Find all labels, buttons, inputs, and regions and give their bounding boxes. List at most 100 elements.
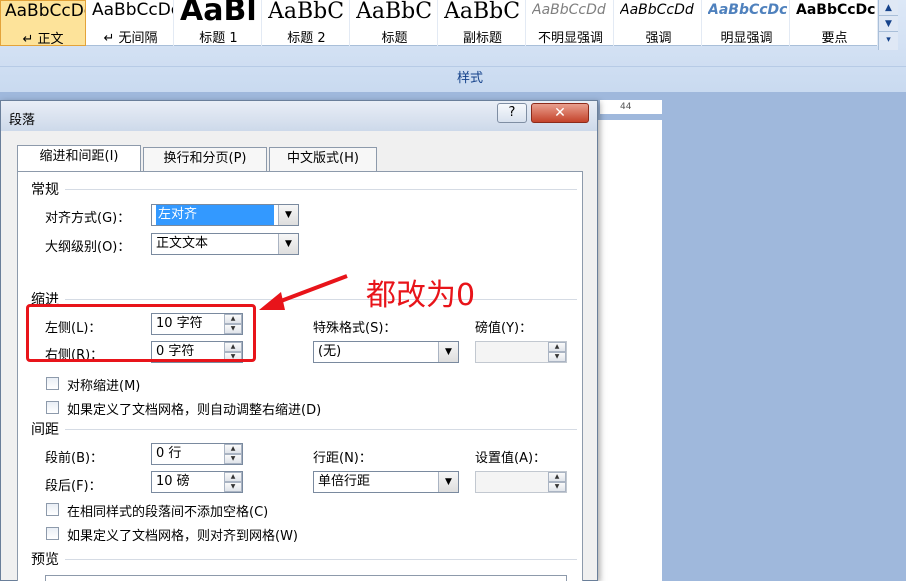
spin-up-icon[interactable]: ▲	[224, 444, 242, 454]
dialog-titlebar[interactable]: 段落 ? ✕	[1, 101, 597, 131]
style-preview: AaBbC	[268, 0, 345, 24]
dialog-title: 段落	[9, 113, 36, 128]
style-tile-subtle-emphasis[interactable]: AaBbCcDd 不明显强调	[528, 0, 614, 46]
preview-box	[45, 575, 567, 581]
style-name: 标题	[381, 31, 408, 46]
style-preview: AaBbCcDc	[92, 0, 174, 20]
gallery-scrollbar[interactable]: ▲ ▼ ▾	[878, 0, 898, 50]
space-after-input[interactable]: 10 磅 ▲ ▼	[151, 471, 243, 493]
annotation-text: 都改为0	[366, 278, 476, 313]
spin-down-icon[interactable]: ▼	[224, 454, 242, 464]
style-preview: AaBbCcDc	[796, 2, 876, 18]
indent-by-label: 磅值(Y)：	[475, 321, 533, 336]
divider	[65, 429, 577, 430]
annotation-arrow-icon	[259, 274, 348, 310]
help-button[interactable]: ?	[497, 103, 527, 123]
outline-level-value: 正文文本	[156, 236, 209, 251]
tab-line-page-breaks[interactable]: 换行和分页(P)	[143, 147, 267, 171]
divider	[65, 189, 577, 190]
line-spacing-label: 行距(N)：	[313, 451, 372, 466]
style-name: 标题 2	[287, 31, 326, 46]
alignment-label: 对齐方式(G)：	[45, 211, 131, 226]
style-tile-strong[interactable]: AaBbCcDc 要点	[792, 0, 878, 46]
spacing-at-spinner[interactable]: ▲ ▼	[548, 472, 566, 492]
section-general: 常规	[31, 182, 59, 198]
special-indent-select[interactable]: (无) ▼	[313, 341, 459, 363]
chevron-down-icon[interactable]: ▼	[438, 342, 458, 362]
style-preview: AaBbCcDd	[620, 2, 694, 18]
spin-down-icon[interactable]: ▼	[548, 352, 566, 362]
space-after-label: 段后(F)：	[45, 479, 102, 494]
style-tile-no-spacing[interactable]: AaBbCcDc ↵ 无间隔	[88, 0, 174, 46]
auto-adjust-indent-checkbox[interactable]	[46, 401, 59, 414]
style-tile-heading2[interactable]: AaBbC 标题 2	[264, 0, 350, 46]
style-tile-heading1[interactable]: AaBl 标题 1	[176, 0, 262, 46]
mirror-indents-checkbox[interactable]	[46, 377, 59, 390]
highlight-box	[26, 304, 256, 362]
indent-by-spinner[interactable]: ▲ ▼	[548, 342, 566, 362]
style-name: 强调	[645, 31, 672, 46]
outline-level-select[interactable]: 正文文本 ▼	[151, 233, 299, 255]
style-tile-subtitle[interactable]: AaBbC 副标题	[440, 0, 526, 46]
chevron-down-icon[interactable]: ▼	[278, 205, 298, 225]
tab-asian-typography[interactable]: 中文版式(H)	[269, 147, 377, 171]
line-spacing-select[interactable]: 单倍行距 ▼	[313, 471, 459, 493]
outline-level-label: 大纲级别(O)：	[45, 240, 131, 255]
no-space-same-style-label: 在相同样式的段落间不添加空格(C)	[67, 505, 269, 520]
spin-up-icon[interactable]: ▲	[548, 472, 566, 482]
style-preview: AaBbCcDc	[5, 1, 86, 21]
ruler: 44	[600, 100, 662, 114]
line-spacing-value: 单倍行距	[318, 474, 371, 489]
style-tile-title[interactable]: AaBbC 标题	[352, 0, 438, 46]
style-tile-emphasis[interactable]: AaBbCcDd 强调	[616, 0, 702, 46]
style-preview: AaBl	[180, 0, 257, 24]
section-spacing: 间距	[31, 422, 59, 438]
chevron-down-icon[interactable]: ▼	[438, 472, 458, 492]
style-preview: AaBbC	[444, 0, 521, 24]
scroll-up-icon[interactable]: ▲	[879, 0, 898, 16]
space-before-input[interactable]: 0 行 ▲ ▼	[151, 443, 243, 465]
scroll-down-icon[interactable]: ▼	[879, 16, 898, 32]
tab-indents-spacing[interactable]: 缩进和间距(I)	[17, 145, 141, 171]
special-indent-value: (无)	[318, 344, 342, 359]
style-name: 副标题	[462, 31, 502, 46]
style-preview: AaBbCcDc	[708, 2, 788, 18]
style-name: 不明显强调	[537, 31, 603, 46]
snap-to-grid-label: 如果定义了文档网格，则对齐到网格(W)	[67, 529, 298, 544]
style-preview: AaBbCcDd	[532, 2, 606, 18]
chevron-down-icon[interactable]: ▼	[278, 234, 298, 254]
no-space-same-style-checkbox[interactable]	[46, 503, 59, 516]
style-name: 明显强调	[720, 31, 773, 46]
auto-adjust-indent-label: 如果定义了文档网格，则自动调整右缩进(D)	[67, 403, 322, 418]
spin-up-icon[interactable]: ▲	[548, 342, 566, 352]
document-page[interactable]	[590, 120, 662, 581]
spin-down-icon[interactable]: ▼	[224, 482, 242, 492]
space-after-value: 10 磅	[156, 474, 190, 489]
section-preview: 预览	[31, 552, 59, 568]
space-after-spinner[interactable]: ▲ ▼	[224, 472, 242, 492]
styles-gallery: AaBbCcDc ↵ 正文 AaBbCcDc ↵ 无间隔 AaBl 标题 1 A…	[0, 0, 878, 46]
style-preview: AaBbC	[356, 0, 433, 24]
spin-down-icon[interactable]: ▼	[548, 482, 566, 492]
style-tile-normal[interactable]: AaBbCcDc ↵ 正文	[0, 0, 86, 46]
alignment-value: 左对齐	[156, 205, 274, 225]
more-styles-icon[interactable]: ▾	[879, 32, 898, 48]
snap-to-grid-checkbox[interactable]	[46, 527, 59, 540]
mirror-indents-label: 对称缩进(M)	[67, 379, 141, 394]
close-button[interactable]: ✕	[531, 103, 589, 123]
ribbon: AaBbCcDc ↵ 正文 AaBbCcDc ↵ 无间隔 AaBl 标题 1 A…	[0, 0, 906, 92]
style-name: ↵ 无间隔	[103, 31, 158, 46]
group-label-styles: 样式	[0, 66, 906, 90]
space-before-value: 0 行	[156, 446, 182, 461]
space-before-spinner[interactable]: ▲ ▼	[224, 444, 242, 464]
spin-up-icon[interactable]: ▲	[224, 472, 242, 482]
style-name: 标题 1	[199, 31, 238, 46]
spacing-at-label: 设置值(A)：	[475, 451, 547, 466]
space-before-label: 段前(B)：	[45, 451, 104, 466]
spacing-at-input[interactable]: ▲ ▼	[475, 471, 567, 493]
alignment-select[interactable]: 左对齐 ▼	[151, 204, 299, 226]
style-tile-intense-emphasis[interactable]: AaBbCcDc 明显强调	[704, 0, 790, 46]
indent-by-input[interactable]: ▲ ▼	[475, 341, 567, 363]
style-name: ↵ 正文	[22, 32, 64, 46]
style-name: 要点	[821, 31, 848, 46]
